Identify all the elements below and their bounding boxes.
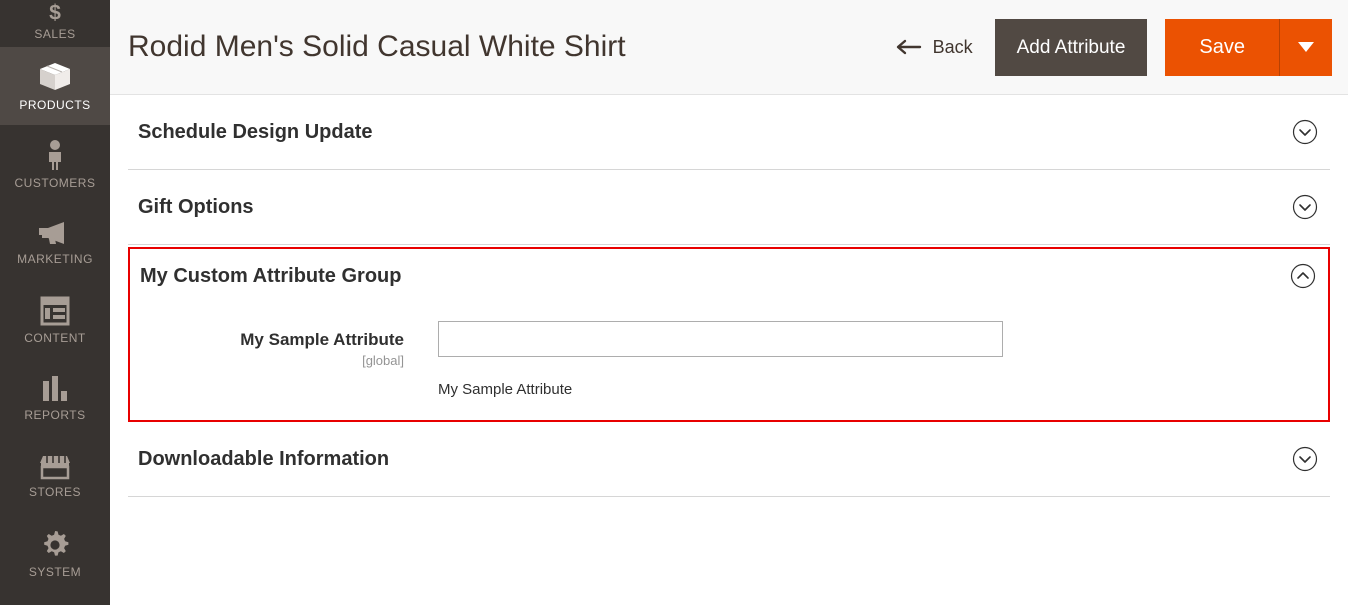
add-attribute-button[interactable]: Add Attribute — [994, 18, 1148, 76]
page-header: Rodid Men's Solid Casual White Shirt Bac… — [110, 0, 1348, 95]
main-region: Rodid Men's Solid Casual White Shirt Bac… — [110, 0, 1348, 605]
field-my-sample-attribute: My Sample Attribute [global] My Sample A… — [140, 297, 1316, 398]
sidebar-item-reports-label: REPORTS — [24, 407, 86, 422]
back-button[interactable]: Back — [892, 31, 977, 64]
admin-sidebar-nav: $ SALES PRODUCTS CUSTOMERS MARKETING CON… — [0, 0, 110, 605]
gear-icon — [40, 530, 70, 560]
collapsible-sections: Schedule Design Update Gift Options My C… — [128, 95, 1330, 497]
chevron-down-icon — [1292, 446, 1318, 472]
sidebar-item-reports[interactable]: REPORTS — [0, 359, 110, 437]
field-control: My Sample Attribute — [438, 321, 1316, 398]
section-my-custom-attribute-group: My Custom Attribute Group My Sample Attr… — [128, 247, 1330, 422]
section-schedule-design-update: Schedule Design Update — [128, 95, 1330, 170]
magento-admin-product-edit-page: $ SALES PRODUCTS CUSTOMERS MARKETING CON… — [0, 0, 1348, 605]
sidebar-item-sales-label: SALES — [34, 27, 76, 41]
back-button-label: Back — [932, 36, 973, 57]
my-sample-attribute-scope: [global] — [362, 353, 404, 368]
save-button[interactable]: Save — [1165, 18, 1280, 76]
sidebar-item-sales[interactable]: $ SALES — [0, 0, 110, 47]
section-my-custom-attribute-group-body: My Sample Attribute [global] My Sample A… — [130, 297, 1328, 420]
section-downloadable-information-header[interactable]: Downloadable Information — [128, 422, 1330, 496]
sidebar-item-products-label: PRODUCTS — [19, 97, 91, 112]
section-schedule-design-update-header[interactable]: Schedule Design Update — [128, 95, 1330, 169]
sidebar-item-stores[interactable]: STORES — [0, 437, 110, 515]
section-title: Downloadable Information — [138, 447, 390, 470]
sidebar-item-customers[interactable]: CUSTOMERS — [0, 125, 110, 203]
section-gift-options: Gift Options — [128, 170, 1330, 245]
field-label-wrap: My Sample Attribute [global] — [140, 321, 438, 368]
my-sample-attribute-label: My Sample Attribute — [240, 330, 404, 349]
sidebar-item-content[interactable]: CONTENT — [0, 281, 110, 359]
section-title: Gift Options — [138, 195, 254, 218]
section-title: Schedule Design Update — [138, 120, 373, 143]
dollar-icon: $ — [42, 2, 68, 22]
sidebar-item-marketing-label: MARKETING — [17, 251, 93, 266]
chevron-down-icon — [1292, 119, 1318, 145]
section-gift-options-header[interactable]: Gift Options — [128, 170, 1330, 244]
section-title: My Custom Attribute Group — [140, 264, 402, 287]
section-downloadable-information: Downloadable Information — [128, 422, 1330, 497]
svg-text:$: $ — [49, 2, 61, 22]
my-sample-attribute-note: My Sample Attribute — [438, 381, 573, 398]
page-title: Rodid Men's Solid Casual White Shirt — [128, 30, 626, 63]
sidebar-item-stores-label: STORES — [28, 484, 82, 499]
storefront-icon — [38, 454, 72, 480]
sidebar-item-customers-label: CUSTOMERS — [14, 175, 96, 190]
sidebar-item-products[interactable]: PRODUCTS — [0, 47, 110, 125]
product-form-content: Schedule Design Update Gift Options My C… — [110, 95, 1348, 605]
chevron-down-icon — [1292, 194, 1318, 220]
megaphone-icon — [38, 219, 72, 247]
sidebar-item-system-label: SYSTEM — [28, 564, 82, 579]
page-actions-toolbar: Back Add Attribute Save — [892, 0, 1332, 94]
bar-chart-icon — [40, 375, 70, 403]
my-sample-attribute-input[interactable] — [438, 321, 1003, 357]
sidebar-item-marketing[interactable]: MARKETING — [0, 203, 110, 281]
save-options-toggle[interactable] — [1280, 18, 1332, 76]
box-icon — [37, 61, 73, 93]
person-icon — [43, 139, 67, 171]
arrow-left-icon — [896, 39, 922, 55]
section-my-custom-attribute-group-header[interactable]: My Custom Attribute Group — [130, 249, 1328, 297]
sidebar-item-content-label: CONTENT — [24, 330, 86, 345]
chevron-up-icon — [1290, 263, 1316, 289]
save-split-button: Save — [1165, 18, 1332, 76]
caret-down-icon — [1298, 42, 1314, 52]
sidebar-item-system[interactable]: SYSTEM — [0, 515, 110, 593]
layout-icon — [40, 296, 70, 326]
